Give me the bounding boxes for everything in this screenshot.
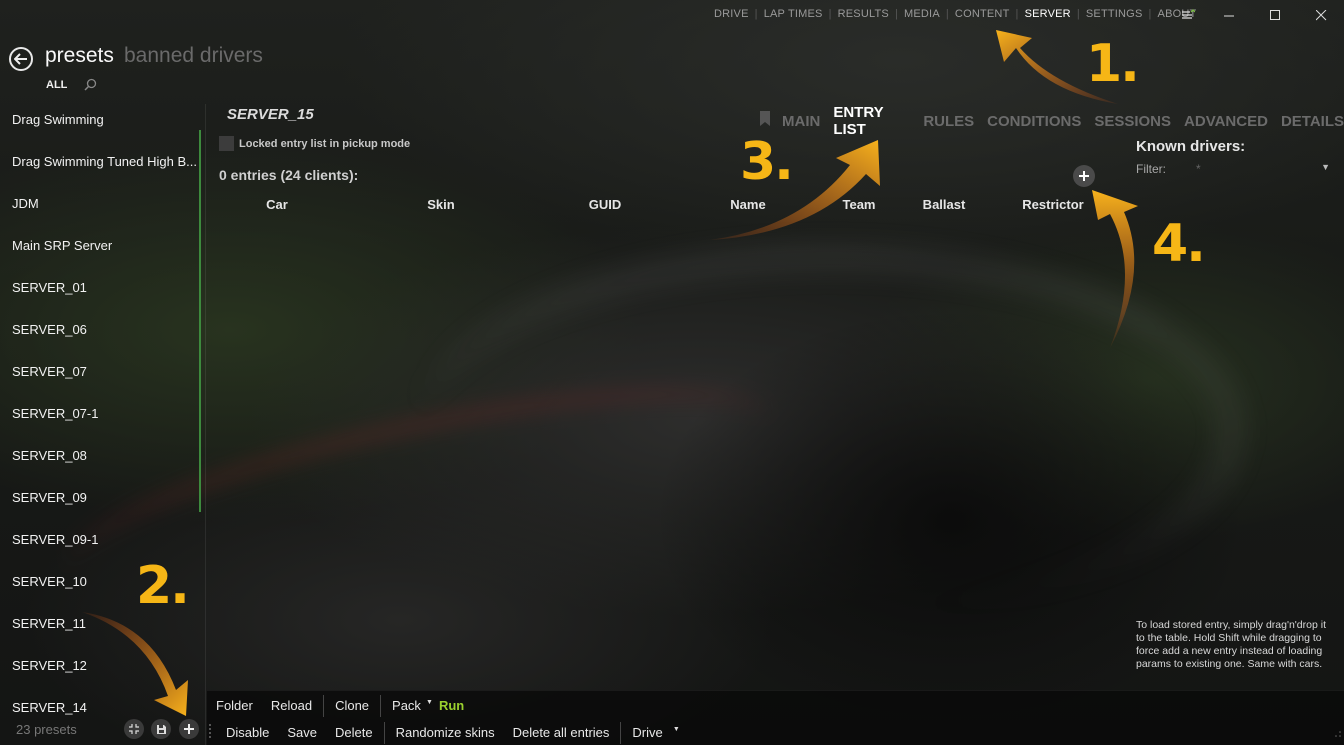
search-icon[interactable]	[84, 78, 97, 96]
bookmark-icon[interactable]	[760, 111, 770, 131]
grip-icon	[209, 722, 216, 742]
randomize-skins-button[interactable]: Randomize skins	[387, 719, 504, 745]
tab-sessions[interactable]: SESSIONS	[1094, 113, 1171, 130]
reload-button[interactable]: Reload	[262, 692, 321, 719]
list-item[interactable]: Main SRP Server	[0, 226, 200, 268]
nav-settings[interactable]: SETTINGS	[1080, 8, 1149, 20]
tab-bar: MAIN ENTRY LIST RULES CONDITIONS SESSION…	[760, 104, 1344, 138]
clone-button[interactable]: Clone	[326, 692, 378, 719]
nav-lap-times[interactable]: LAP TIMES	[758, 8, 829, 20]
nav-content[interactable]: CONTENT	[949, 8, 1016, 20]
minimize-button[interactable]	[1206, 0, 1252, 30]
nav-results[interactable]: RESULTS	[832, 8, 895, 20]
tab-main[interactable]: MAIN	[782, 113, 820, 130]
window-controls	[1170, 0, 1344, 30]
preset-list: Drag Swimming Drag Swimming Tuned High B…	[0, 100, 205, 730]
tab-conditions[interactable]: CONDITIONS	[987, 113, 1081, 130]
add-preset-icon[interactable]	[179, 719, 199, 739]
tab-rules[interactable]: RULES	[923, 113, 974, 130]
annotation-number: 1.	[1086, 34, 1140, 94]
back-arrow-icon[interactable]	[9, 47, 33, 71]
column-header[interactable]: GUID	[589, 197, 622, 212]
maximize-button[interactable]	[1252, 0, 1298, 30]
folder-button[interactable]: Folder	[207, 692, 262, 719]
list-scrollbar[interactable]	[199, 130, 201, 512]
tab-details[interactable]: DETAILS	[1281, 113, 1344, 130]
resize-grip-icon[interactable]	[1334, 725, 1342, 743]
annotation-number: 4.	[1152, 214, 1206, 274]
run-button[interactable]: Run	[430, 692, 473, 719]
list-item[interactable]: Drag Swimming	[0, 100, 200, 142]
pack-label: Pack	[392, 698, 421, 713]
page-title: presets	[45, 44, 114, 67]
list-item[interactable]: SERVER_09	[0, 478, 200, 520]
left-footer: 23 presets	[0, 712, 206, 745]
save-icon[interactable]	[151, 719, 171, 739]
checkbox-label: Locked entry list in pickup mode	[239, 137, 411, 150]
delete-all-entries-button[interactable]: Delete all entries	[504, 719, 619, 745]
entry-table-header: Car Skin GUID Name Team Ballast Restrict…	[0, 197, 1100, 215]
locked-entry-checkbox[interactable]: Locked entry list in pickup mode	[219, 136, 410, 151]
add-entry-icon[interactable]	[1073, 165, 1095, 187]
column-header[interactable]: Team	[843, 197, 876, 212]
list-item[interactable]: SERVER_12	[0, 646, 200, 688]
caret-down-icon: ▼	[672, 726, 680, 733]
drag-drop-hint: To load stored entry, simply drag'n'drop…	[1136, 619, 1326, 670]
disable-button[interactable]: Disable	[217, 719, 278, 745]
annotation-number: 3.	[740, 132, 794, 192]
server-name: SERVER_15	[227, 106, 314, 123]
tab-advanced[interactable]: ADVANCED	[1184, 113, 1268, 130]
save-button[interactable]: Save	[278, 719, 326, 745]
annotation-number: 2.	[136, 556, 190, 616]
top-nav: DRIVE | LAP TIMES | RESULTS | MEDIA | CONTEN…	[714, 8, 1202, 20]
close-button[interactable]	[1298, 0, 1344, 30]
list-item[interactable]: SERVER_06	[0, 310, 200, 352]
drive-label: Drive	[632, 725, 663, 740]
pack-button[interactable]: Pack ▼	[383, 692, 433, 719]
chevron-down-icon[interactable]: ▼	[1321, 162, 1330, 172]
column-header[interactable]: Skin	[427, 197, 454, 212]
list-item[interactable]: SERVER_07-1	[0, 394, 200, 436]
delete-button[interactable]: Delete	[326, 719, 382, 745]
list-item[interactable]: Drag Swimming Tuned High B...	[0, 142, 200, 184]
list-item[interactable]: SERVER_01	[0, 268, 200, 310]
menu-icon[interactable]	[1170, 0, 1206, 30]
bottom-toolbar: Folder Reload Clone Pack ▼ Run Disable Sa…	[207, 690, 1344, 745]
nav-media[interactable]: MEDIA	[898, 8, 946, 20]
column-header[interactable]: Restrictor	[1022, 197, 1083, 212]
filter-label: Filter:	[1136, 162, 1166, 176]
list-item[interactable]: SERVER_07	[0, 352, 200, 394]
column-header[interactable]: Name	[730, 197, 765, 212]
filter-all[interactable]: ALL	[46, 79, 67, 91]
collapse-icon[interactable]	[124, 719, 144, 739]
entries-count: 0 entries (24 clients):	[219, 167, 359, 183]
filter-input[interactable]: *	[1196, 162, 1201, 176]
column-header[interactable]: Ballast	[923, 197, 966, 212]
checkbox-box[interactable]	[219, 136, 234, 151]
known-drivers-title: Known drivers:	[1136, 138, 1246, 155]
tab-entry-list[interactable]: ENTRY LIST	[833, 104, 910, 138]
page-subtitle-link[interactable]: banned drivers	[124, 44, 263, 68]
drive-button[interactable]: Drive ▼	[623, 719, 679, 745]
nav-drive[interactable]: DRIVE	[714, 8, 755, 20]
nav-server[interactable]: SERVER	[1019, 8, 1077, 20]
preset-count: 23 presets	[16, 722, 77, 737]
column-header[interactable]: Car	[266, 197, 288, 212]
list-item[interactable]: SERVER_08	[0, 436, 200, 478]
